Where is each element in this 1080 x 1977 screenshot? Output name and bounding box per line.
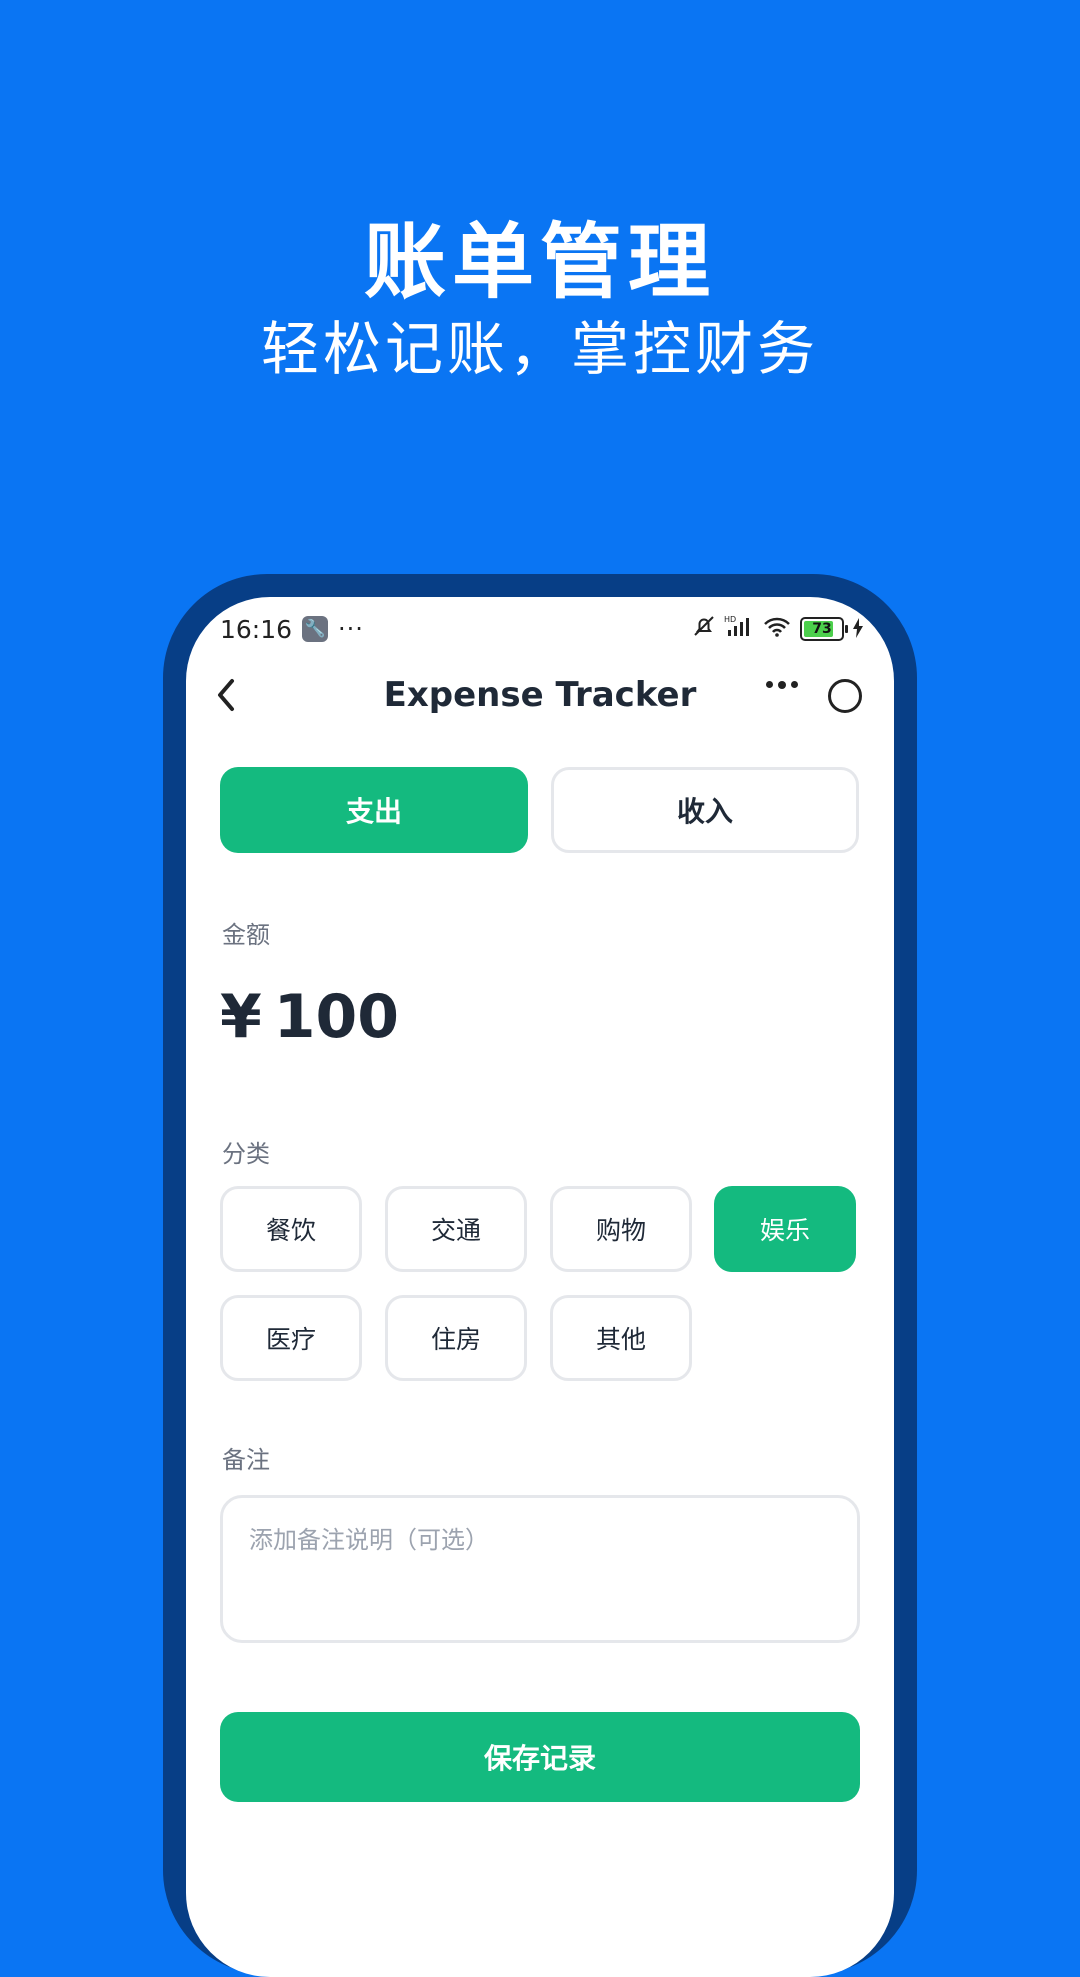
amount-value: 100: [273, 982, 399, 1052]
category-chip-entertainment[interactable]: 娱乐: [714, 1186, 856, 1272]
more-options-icon[interactable]: [766, 681, 798, 689]
battery-icon: 73: [800, 617, 848, 641]
svg-text:HD: HD: [724, 615, 736, 624]
category-chip-medical[interactable]: 医疗: [220, 1295, 362, 1381]
amount-display[interactable]: ¥ 100: [220, 982, 399, 1052]
category-chip-transport[interactable]: 交通: [385, 1186, 527, 1272]
wrench-icon: 🔧: [302, 616, 329, 642]
hero-title: 账单管理: [363, 215, 716, 310]
mute-bell-icon: [692, 614, 716, 644]
category-chip-dining[interactable]: 餐饮: [220, 1186, 362, 1272]
amount-label: 金额: [222, 921, 270, 949]
note-placeholder: 添加备注说明（可选）: [249, 1526, 489, 1554]
hero-subtitle: 轻松记账，掌控财务: [260, 315, 819, 383]
tab-income[interactable]: 收入: [551, 767, 859, 853]
category-chip-shopping[interactable]: 购物: [550, 1186, 692, 1272]
note-label: 备注: [222, 1446, 270, 1474]
status-time: 16:16: [220, 614, 293, 644]
signal-icon: HD: [724, 614, 754, 644]
status-bar: 16:16 🔧 ··· HD 73: [220, 611, 864, 647]
save-button[interactable]: 保存记录: [220, 1712, 860, 1802]
wifi-icon: [762, 614, 792, 644]
note-input[interactable]: 添加备注说明（可选）: [220, 1495, 860, 1643]
close-miniapp-icon[interactable]: [828, 679, 862, 713]
phone-screen: 16:16 🔧 ··· HD 73 Expense Tracker 支出 收入 …: [186, 597, 894, 1977]
charging-icon: [852, 615, 864, 644]
category-chip-housing[interactable]: 住房: [385, 1295, 527, 1381]
nav-bar: Expense Tracker: [186, 669, 894, 721]
status-more-icon: ···: [338, 615, 364, 643]
category-chip-other[interactable]: 其他: [550, 1295, 692, 1381]
currency-symbol: ¥: [220, 982, 262, 1052]
category-label: 分类: [222, 1140, 270, 1168]
tab-expense[interactable]: 支出: [220, 767, 528, 853]
battery-level: 73: [812, 621, 832, 637]
